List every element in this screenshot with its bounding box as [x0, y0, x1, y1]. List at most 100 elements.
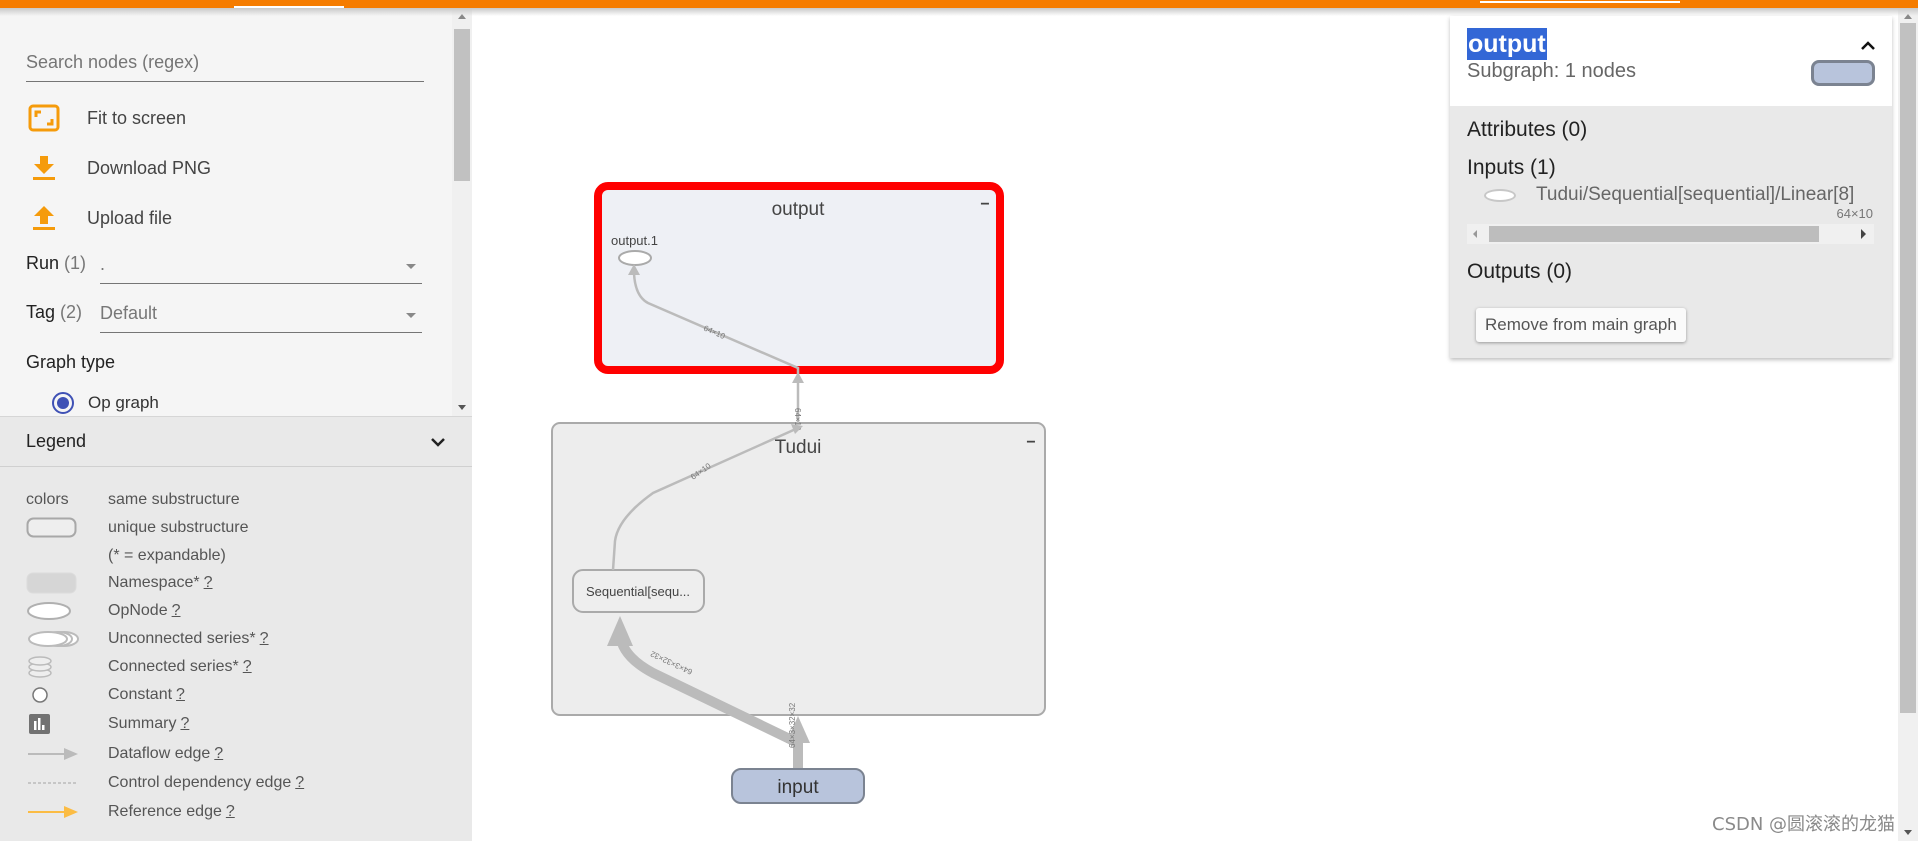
graph-type-label: Graph type [26, 352, 116, 372]
output-1-label: output.1 [611, 233, 658, 248]
legend-row-summary: Summary? [26, 711, 189, 737]
tudui-title: Tudui [775, 437, 822, 458]
collapse-icon[interactable]: − [1026, 434, 1035, 451]
controls-panel: Fit to screen Download PNG Upload file R… [0, 8, 452, 416]
scrollbar-thumb[interactable] [1489, 226, 1819, 242]
legend-label: OpNode [108, 602, 168, 619]
input-item-name[interactable]: Tudui/Sequential[sequential]/Linear[8] [1536, 184, 1854, 206]
scroll-right-icon[interactable] [1861, 229, 1866, 239]
run-selector-row: Run (1) . [26, 244, 422, 284]
chevron-down-icon[interactable] [430, 437, 446, 447]
search-field[interactable] [26, 48, 424, 82]
info-subtitle: Subgraph: 1 nodes [1467, 60, 1637, 82]
run-value: . [100, 254, 106, 274]
tag-value: Default [100, 303, 158, 323]
op-graph-label: Op graph [88, 393, 159, 412]
help-link[interactable]: ? [172, 602, 181, 620]
help-link[interactable]: ? [243, 658, 252, 676]
info-card-header: output Subgraph: 1 nodes [1450, 16, 1892, 106]
help-link[interactable]: ? [180, 715, 189, 733]
tag-label: Tag (2) [26, 302, 100, 333]
legend-label: Constant [108, 686, 173, 703]
namespace-icon [26, 570, 108, 596]
scroll-left-icon[interactable] [1473, 230, 1477, 238]
inputs-heading: Inputs (1) [1467, 156, 1556, 179]
legend-row-reference: Reference edge? [26, 799, 235, 825]
scroll-down-icon[interactable] [1904, 830, 1912, 835]
connected-series-icon [26, 654, 108, 680]
scroll-down-icon[interactable] [458, 405, 466, 410]
fit-to-screen-label: Fit to screen [87, 107, 187, 128]
legend-label: unique substructure [108, 519, 249, 536]
legend-label: Summary [108, 715, 177, 732]
remove-from-main-graph-button[interactable]: Remove from main graph [1476, 308, 1686, 342]
top-app-bar [0, 0, 1918, 9]
help-link[interactable]: ? [214, 745, 223, 763]
legend-header[interactable]: Legend [0, 416, 472, 467]
legend-row-connected-series: Connected series*? [26, 654, 252, 680]
legend-row-unique: unique substructure [26, 515, 249, 541]
tag-label-text: Tag [26, 302, 56, 322]
help-link[interactable]: ? [176, 686, 185, 704]
chevron-up-icon[interactable] [1856, 34, 1880, 58]
tag-dropdown[interactable]: Default [100, 299, 422, 333]
outputs-heading: Outputs (0) [1467, 260, 1573, 283]
legend-label: Unconnected series* [108, 630, 256, 647]
legend-label: Namespace* [108, 574, 200, 591]
opnode-icon [26, 598, 108, 624]
search-input[interactable] [26, 48, 424, 77]
scroll-up-icon[interactable] [1904, 14, 1912, 19]
legend-row-dataflow: Dataflow edge? [26, 741, 223, 767]
input-item-shape: 64×10 [1836, 206, 1873, 221]
dataflow-edge-icon [26, 741, 108, 767]
scroll-up-icon[interactable] [458, 14, 466, 19]
edge-tudui-to-output: 64×10 [792, 372, 804, 431]
opnode-icon [1484, 188, 1516, 202]
edge-label: 64×3×32×32 [788, 702, 797, 748]
scrollbar-thumb[interactable] [1900, 23, 1916, 713]
attributes-heading: Attributes (0) [1467, 118, 1588, 141]
help-link[interactable]: ? [226, 803, 235, 821]
node-sequential[interactable]: Sequential[sequ... [572, 569, 705, 613]
run-label: Run (1) [26, 253, 100, 284]
legend-label: Dataflow edge [108, 745, 211, 762]
download-png-button[interactable]: Download PNG [26, 150, 211, 186]
input-item[interactable]: Tudui/Sequential[sequential]/Linear[8] [1484, 184, 1884, 206]
node-output[interactable]: output − output.1 [594, 182, 1004, 374]
legend-row-opnode: OpNode? [26, 598, 181, 624]
download-png-label: Download PNG [87, 157, 212, 178]
node-input[interactable]: input [731, 768, 865, 804]
legend-row-unconnected-series: Unconnected series*? [26, 626, 269, 652]
tag-count: (2) [60, 302, 83, 322]
upload-file-label: Upload file [87, 207, 173, 228]
inputs-horizontal-scrollbar[interactable] [1467, 224, 1874, 244]
help-link[interactable]: ? [260, 630, 269, 648]
upload-file-button[interactable]: Upload file [26, 200, 172, 236]
sidebar-scrollbar[interactable] [452, 8, 472, 416]
legend-row-colors: colors same substructure [26, 487, 240, 513]
chevron-down-icon [406, 264, 416, 269]
graph-type-op-graph-radio[interactable]: Op graph [52, 392, 159, 414]
scrollbar-thumb[interactable] [454, 29, 470, 181]
fit-to-screen-button[interactable]: Fit to screen [26, 100, 186, 136]
help-link[interactable]: ? [295, 774, 304, 792]
run-dropdown[interactable]: . [100, 250, 422, 284]
collapse-icon[interactable]: − [980, 196, 989, 213]
legend-row-namespace: Namespace*? [26, 570, 213, 596]
chevron-down-icon [406, 313, 416, 318]
legend-label: (* = expandable) [108, 547, 226, 564]
output-title: output [772, 199, 826, 220]
tab-indicator [1480, 1, 1680, 3]
radio-selected-icon[interactable] [52, 392, 74, 414]
help-link[interactable]: ? [204, 574, 213, 592]
legend-row-constant: Constant? [26, 682, 185, 708]
legend-colors-label: colors [26, 491, 69, 508]
run-count: (1) [64, 253, 87, 273]
run-label-text: Run [26, 253, 60, 273]
node-info-card: output Subgraph: 1 nodes Attributes (0) … [1450, 16, 1892, 358]
output-1-opnode[interactable] [618, 250, 652, 266]
node-color-swatch [1811, 60, 1875, 86]
sidebar: Fit to screen Download PNG Upload file R… [0, 8, 472, 841]
unique-substructure-icon [26, 515, 108, 541]
page-scrollbar[interactable] [1898, 8, 1918, 841]
